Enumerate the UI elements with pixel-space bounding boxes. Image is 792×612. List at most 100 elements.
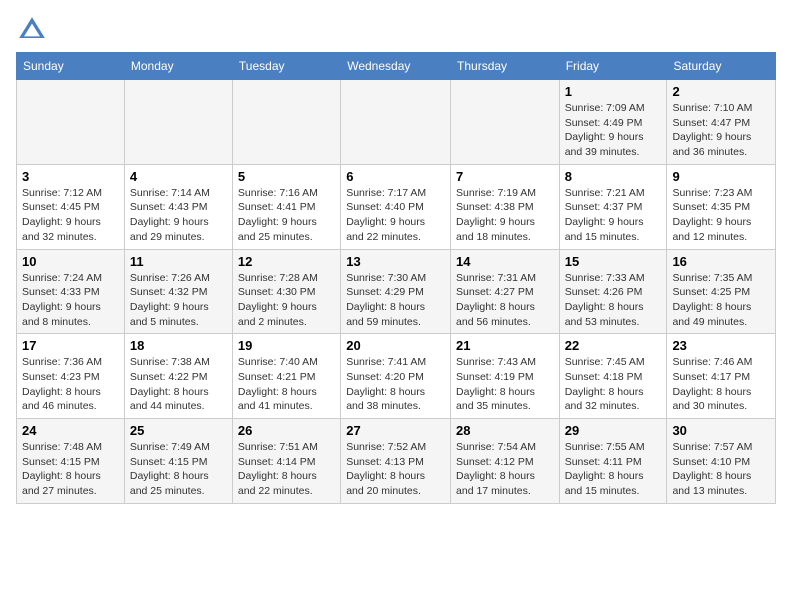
day-number: 15 <box>565 254 662 269</box>
day-cell: 25 Sunrise: 7:49 AM Sunset: 4:15 PM Dayli… <box>124 419 232 504</box>
day-cell <box>124 80 232 165</box>
day-info: Sunrise: 7:43 AM Sunset: 4:19 PM Dayligh… <box>456 355 554 414</box>
day-info: Sunrise: 7:28 AM Sunset: 4:30 PM Dayligh… <box>238 271 335 330</box>
header-cell-wednesday: Wednesday <box>341 53 451 80</box>
day-number: 28 <box>456 423 554 438</box>
header-row: SundayMondayTuesdayWednesdayThursdayFrid… <box>17 53 776 80</box>
day-info: Sunrise: 7:16 AM Sunset: 4:41 PM Dayligh… <box>238 186 335 245</box>
day-number: 1 <box>565 84 662 99</box>
day-cell: 7 Sunrise: 7:19 AM Sunset: 4:38 PM Daylig… <box>451 164 560 249</box>
day-number: 27 <box>346 423 445 438</box>
header-cell-sunday: Sunday <box>17 53 125 80</box>
logo <box>16 14 52 46</box>
day-info: Sunrise: 7:40 AM Sunset: 4:21 PM Dayligh… <box>238 355 335 414</box>
day-info: Sunrise: 7:45 AM Sunset: 4:18 PM Dayligh… <box>565 355 662 414</box>
day-number: 24 <box>22 423 119 438</box>
day-info: Sunrise: 7:57 AM Sunset: 4:10 PM Dayligh… <box>672 440 770 499</box>
day-number: 12 <box>238 254 335 269</box>
day-cell <box>17 80 125 165</box>
week-row-4: 24 Sunrise: 7:48 AM Sunset: 4:15 PM Dayli… <box>17 419 776 504</box>
day-cell: 9 Sunrise: 7:23 AM Sunset: 4:35 PM Daylig… <box>667 164 776 249</box>
day-info: Sunrise: 7:21 AM Sunset: 4:37 PM Dayligh… <box>565 186 662 245</box>
day-cell: 27 Sunrise: 7:52 AM Sunset: 4:13 PM Dayli… <box>341 419 451 504</box>
day-info: Sunrise: 7:14 AM Sunset: 4:43 PM Dayligh… <box>130 186 227 245</box>
day-cell: 15 Sunrise: 7:33 AM Sunset: 4:26 PM Dayli… <box>559 249 667 334</box>
calendar-table: SundayMondayTuesdayWednesdayThursdayFrid… <box>16 52 776 504</box>
day-cell: 11 Sunrise: 7:26 AM Sunset: 4:32 PM Dayli… <box>124 249 232 334</box>
day-info: Sunrise: 7:30 AM Sunset: 4:29 PM Dayligh… <box>346 271 445 330</box>
day-info: Sunrise: 7:24 AM Sunset: 4:33 PM Dayligh… <box>22 271 119 330</box>
day-number: 9 <box>672 169 770 184</box>
day-cell: 24 Sunrise: 7:48 AM Sunset: 4:15 PM Dayli… <box>17 419 125 504</box>
day-number: 10 <box>22 254 119 269</box>
day-number: 7 <box>456 169 554 184</box>
day-number: 21 <box>456 338 554 353</box>
day-cell: 10 Sunrise: 7:24 AM Sunset: 4:33 PM Dayli… <box>17 249 125 334</box>
day-info: Sunrise: 7:52 AM Sunset: 4:13 PM Dayligh… <box>346 440 445 499</box>
day-info: Sunrise: 7:17 AM Sunset: 4:40 PM Dayligh… <box>346 186 445 245</box>
week-row-2: 10 Sunrise: 7:24 AM Sunset: 4:33 PM Dayli… <box>17 249 776 334</box>
day-number: 13 <box>346 254 445 269</box>
page-header <box>16 10 776 46</box>
day-number: 14 <box>456 254 554 269</box>
day-cell: 1 Sunrise: 7:09 AM Sunset: 4:49 PM Daylig… <box>559 80 667 165</box>
day-info: Sunrise: 7:49 AM Sunset: 4:15 PM Dayligh… <box>130 440 227 499</box>
day-number: 18 <box>130 338 227 353</box>
day-info: Sunrise: 7:38 AM Sunset: 4:22 PM Dayligh… <box>130 355 227 414</box>
day-cell: 21 Sunrise: 7:43 AM Sunset: 4:19 PM Dayli… <box>451 334 560 419</box>
day-cell: 14 Sunrise: 7:31 AM Sunset: 4:27 PM Dayli… <box>451 249 560 334</box>
day-cell: 30 Sunrise: 7:57 AM Sunset: 4:10 PM Dayli… <box>667 419 776 504</box>
day-number: 5 <box>238 169 335 184</box>
day-info: Sunrise: 7:23 AM Sunset: 4:35 PM Dayligh… <box>672 186 770 245</box>
day-info: Sunrise: 7:46 AM Sunset: 4:17 PM Dayligh… <box>672 355 770 414</box>
day-cell: 23 Sunrise: 7:46 AM Sunset: 4:17 PM Dayli… <box>667 334 776 419</box>
day-number: 16 <box>672 254 770 269</box>
day-cell: 20 Sunrise: 7:41 AM Sunset: 4:20 PM Dayli… <box>341 334 451 419</box>
day-info: Sunrise: 7:31 AM Sunset: 4:27 PM Dayligh… <box>456 271 554 330</box>
header-cell-friday: Friday <box>559 53 667 80</box>
header-cell-monday: Monday <box>124 53 232 80</box>
day-number: 19 <box>238 338 335 353</box>
day-cell <box>341 80 451 165</box>
page-container: SundayMondayTuesdayWednesdayThursdayFrid… <box>0 0 792 520</box>
day-number: 4 <box>130 169 227 184</box>
day-cell: 5 Sunrise: 7:16 AM Sunset: 4:41 PM Daylig… <box>232 164 340 249</box>
day-number: 11 <box>130 254 227 269</box>
day-cell: 22Sunrise: 7:45 AM Sunset: 4:18 PM Dayli… <box>559 334 667 419</box>
day-info: Sunrise: 7:54 AM Sunset: 4:12 PM Dayligh… <box>456 440 554 499</box>
header-cell-saturday: Saturday <box>667 53 776 80</box>
day-number: 29 <box>565 423 662 438</box>
day-info: Sunrise: 7:19 AM Sunset: 4:38 PM Dayligh… <box>456 186 554 245</box>
week-row-3: 17 Sunrise: 7:36 AM Sunset: 4:23 PM Dayli… <box>17 334 776 419</box>
day-number: 6 <box>346 169 445 184</box>
day-cell: 16 Sunrise: 7:35 AM Sunset: 4:25 PM Dayli… <box>667 249 776 334</box>
day-cell: 18 Sunrise: 7:38 AM Sunset: 4:22 PM Dayli… <box>124 334 232 419</box>
day-cell: 26Sunrise: 7:51 AM Sunset: 4:14 PM Dayli… <box>232 419 340 504</box>
day-number: 25 <box>130 423 227 438</box>
day-number: 30 <box>672 423 770 438</box>
day-cell: 3Sunrise: 7:12 AM Sunset: 4:45 PM Daylig… <box>17 164 125 249</box>
day-info: Sunrise: 7:41 AM Sunset: 4:20 PM Dayligh… <box>346 355 445 414</box>
day-info: Sunrise: 7:33 AM Sunset: 4:26 PM Dayligh… <box>565 271 662 330</box>
day-info: Sunrise: 7:51 AM Sunset: 4:14 PM Dayligh… <box>238 440 335 499</box>
day-cell: 17 Sunrise: 7:36 AM Sunset: 4:23 PM Dayli… <box>17 334 125 419</box>
day-info: Sunrise: 7:36 AM Sunset: 4:23 PM Dayligh… <box>22 355 119 414</box>
day-number: 20 <box>346 338 445 353</box>
week-row-1: 3Sunrise: 7:12 AM Sunset: 4:45 PM Daylig… <box>17 164 776 249</box>
day-cell <box>232 80 340 165</box>
day-number: 2 <box>672 84 770 99</box>
day-cell <box>451 80 560 165</box>
day-cell: 13 Sunrise: 7:30 AM Sunset: 4:29 PM Dayli… <box>341 249 451 334</box>
day-info: Sunrise: 7:09 AM Sunset: 4:49 PM Dayligh… <box>565 101 662 160</box>
day-info: Sunrise: 7:35 AM Sunset: 4:25 PM Dayligh… <box>672 271 770 330</box>
day-cell: 28 Sunrise: 7:54 AM Sunset: 4:12 PM Dayli… <box>451 419 560 504</box>
day-cell: 2 Sunrise: 7:10 AM Sunset: 4:47 PM Daylig… <box>667 80 776 165</box>
day-info: Sunrise: 7:26 AM Sunset: 4:32 PM Dayligh… <box>130 271 227 330</box>
day-info: Sunrise: 7:48 AM Sunset: 4:15 PM Dayligh… <box>22 440 119 499</box>
day-cell: 8 Sunrise: 7:21 AM Sunset: 4:37 PM Daylig… <box>559 164 667 249</box>
day-info: Sunrise: 7:10 AM Sunset: 4:47 PM Dayligh… <box>672 101 770 160</box>
day-number: 23 <box>672 338 770 353</box>
day-number: 8 <box>565 169 662 184</box>
day-number: 17 <box>22 338 119 353</box>
day-cell: 19 Sunrise: 7:40 AM Sunset: 4:21 PM Dayli… <box>232 334 340 419</box>
